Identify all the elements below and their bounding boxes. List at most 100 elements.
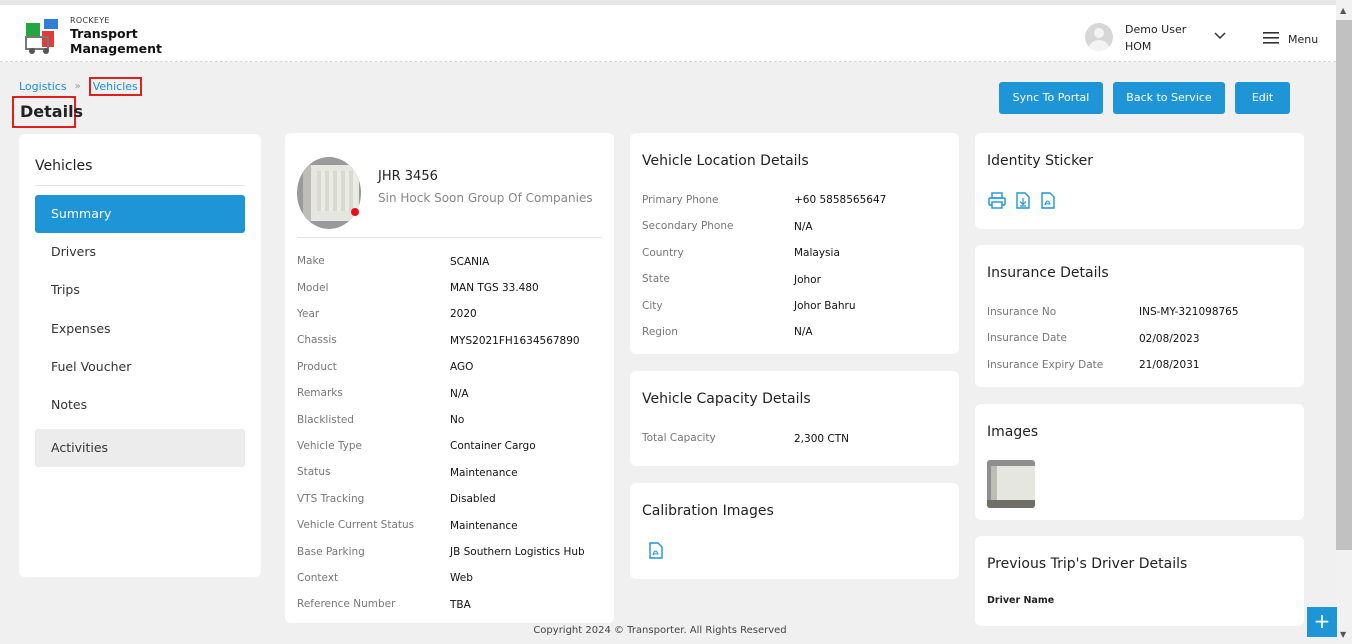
- blacklisted-label: Blacklisted: [297, 414, 354, 426]
- product-label: Product: [297, 361, 337, 373]
- edit-button[interactable]: Edit: [1235, 82, 1290, 114]
- vehicle-type-value: Container Cargo: [450, 440, 536, 452]
- scrollbar-thumb[interactable]: [1336, 20, 1352, 550]
- secondary-phone-value: N/A: [794, 221, 813, 233]
- page-title: Details: [12, 96, 83, 128]
- scrollbar[interactable]: ▲ ▼: [1336, 0, 1352, 644]
- vts-tracking-label: VTS Tracking: [297, 493, 365, 505]
- insurance-no-value: INS-MY-321098765: [1139, 306, 1239, 318]
- base-parking-label: Base Parking: [297, 546, 365, 558]
- vehicle-company: Sin Hock Soon Group Of Companies: [378, 191, 593, 205]
- sidebar-divider: [35, 185, 245, 186]
- images-card: Images: [975, 404, 1304, 520]
- identity-title: Identity Sticker: [987, 153, 1094, 169]
- vehicle-image-thumbnail[interactable]: [987, 460, 1035, 508]
- back-to-service-button[interactable]: Back to Service: [1113, 82, 1225, 114]
- primary-phone-value: +60 5858565647: [794, 194, 887, 206]
- current-status-label: Vehicle Current Status: [297, 519, 415, 531]
- breadcrumb-separator-icon: »: [74, 81, 81, 92]
- model-label: Model: [297, 282, 329, 294]
- vts-tracking-value: Disabled: [450, 493, 496, 505]
- capacity-card: Vehicle Capacity Details Total Capacity …: [630, 371, 959, 466]
- region-value: N/A: [794, 326, 813, 338]
- model-value: MAN TGS 33.480: [450, 282, 539, 294]
- context-value: Web: [450, 572, 473, 584]
- download-icon[interactable]: [1016, 192, 1030, 209]
- location-title: Vehicle Location Details: [642, 153, 809, 169]
- hamburger-menu-icon[interactable]: [1263, 32, 1279, 44]
- identity-sticker-card: Identity Sticker: [975, 133, 1304, 229]
- vehicle-photo: [297, 157, 361, 229]
- city-label: City: [642, 300, 663, 312]
- pdf-icon[interactable]: [649, 542, 663, 559]
- total-capacity-value: 2,300 CTN: [794, 433, 849, 445]
- brand-small: ROCKEYE: [70, 16, 110, 25]
- footer-copyright: Copyright 2024 © Transporter. All Rights…: [533, 625, 787, 636]
- sidebar-item-notes[interactable]: Notes: [35, 386, 245, 424]
- breadcrumb: Logistics » Vehicles: [19, 77, 142, 96]
- chevron-down-icon[interactable]: [1214, 32, 1226, 40]
- breadcrumb-vehicles[interactable]: Vehicles: [88, 77, 142, 96]
- sync-to-portal-button[interactable]: Sync To Portal: [999, 82, 1103, 114]
- country-label: Country: [642, 247, 684, 259]
- location-card: Vehicle Location Details Primary Phone +…: [630, 133, 959, 354]
- user-role: HOM: [1125, 40, 1152, 53]
- top-bar: ROCKEYE Transport Management Demo User H…: [0, 0, 1336, 62]
- country-value: Malaysia: [794, 247, 840, 259]
- brand-line1: Transport: [70, 26, 138, 41]
- insurance-card: Insurance Details Insurance No INS-MY-32…: [975, 245, 1304, 387]
- secondary-phone-label: Secondary Phone: [642, 220, 734, 232]
- sidebar-item-summary[interactable]: Summary: [35, 195, 245, 233]
- vehicle-type-label: Vehicle Type: [297, 440, 363, 452]
- brand-line2: Management: [70, 41, 163, 56]
- sidebar-title: Vehicles: [35, 158, 93, 174]
- chassis-label: Chassis: [297, 334, 337, 346]
- insurance-title: Insurance Details: [987, 265, 1109, 281]
- user-name[interactable]: Demo User: [1125, 23, 1186, 36]
- product-value: AGO: [450, 361, 474, 373]
- status-value: Maintenance: [450, 467, 518, 479]
- chassis-value: MYS2021FH1634567890: [450, 335, 580, 347]
- previous-trip-card: Previous Trip's Driver Details Driver Na…: [975, 536, 1304, 626]
- sidebar-item-drivers[interactable]: Drivers: [35, 233, 245, 271]
- insurance-expiry-value: 21/08/2031: [1139, 359, 1200, 371]
- make-value: SCANIA: [450, 256, 490, 268]
- insurance-date-label: Insurance Date: [987, 332, 1067, 344]
- make-label: Make: [297, 255, 325, 267]
- logo-icon: [25, 19, 58, 54]
- sidebar-item-expenses[interactable]: Expenses: [35, 310, 245, 348]
- card-divider: [297, 237, 602, 238]
- year-label: Year: [297, 308, 320, 320]
- vehicle-plate: JHR 3456: [378, 169, 438, 184]
- capacity-title: Vehicle Capacity Details: [642, 391, 811, 407]
- sidebar: Vehicles Summary Drivers Trips Expenses …: [19, 134, 261, 577]
- insurance-date-value: 02/08/2023: [1139, 333, 1200, 345]
- blacklisted-value: No: [450, 414, 465, 426]
- scroll-up-icon[interactable]: ▲: [1340, 6, 1346, 15]
- brand-name: Transport Management: [70, 26, 162, 56]
- reference-number-label: Reference Number: [297, 598, 396, 610]
- current-status-value: Maintenance: [450, 520, 518, 532]
- driver-name-label: Driver Name: [987, 595, 1055, 606]
- status-label: Status: [297, 466, 331, 478]
- region-label: Region: [642, 326, 678, 338]
- plus-icon[interactable]: +: [1307, 607, 1337, 637]
- sidebar-item-activities[interactable]: Activities: [35, 429, 245, 467]
- base-parking-value: JB Southern Logistics Hub: [450, 546, 585, 558]
- calibration-title: Calibration Images: [642, 503, 774, 519]
- sidebar-item-trips[interactable]: Trips: [35, 271, 245, 309]
- status-dot-icon: [351, 208, 359, 216]
- vehicle-summary-card: JHR 3456 Sin Hock Soon Group Of Companie…: [285, 133, 614, 623]
- images-title: Images: [987, 424, 1039, 440]
- menu-label[interactable]: Menu: [1288, 33, 1318, 46]
- sidebar-item-fuel-voucher[interactable]: Fuel Voucher: [35, 348, 245, 386]
- print-icon[interactable]: [988, 192, 1006, 209]
- breadcrumb-logistics[interactable]: Logistics: [19, 80, 67, 93]
- calibration-card: Calibration Images: [630, 483, 959, 579]
- remarks-label: Remarks: [297, 387, 343, 399]
- user-avatar-icon[interactable]: [1085, 23, 1113, 51]
- scroll-down-icon[interactable]: ▼: [1340, 630, 1346, 639]
- insurance-no-label: Insurance No: [987, 306, 1057, 318]
- insurance-expiry-label: Insurance Expiry Date: [987, 359, 1104, 371]
- pdf-icon[interactable]: [1041, 192, 1055, 209]
